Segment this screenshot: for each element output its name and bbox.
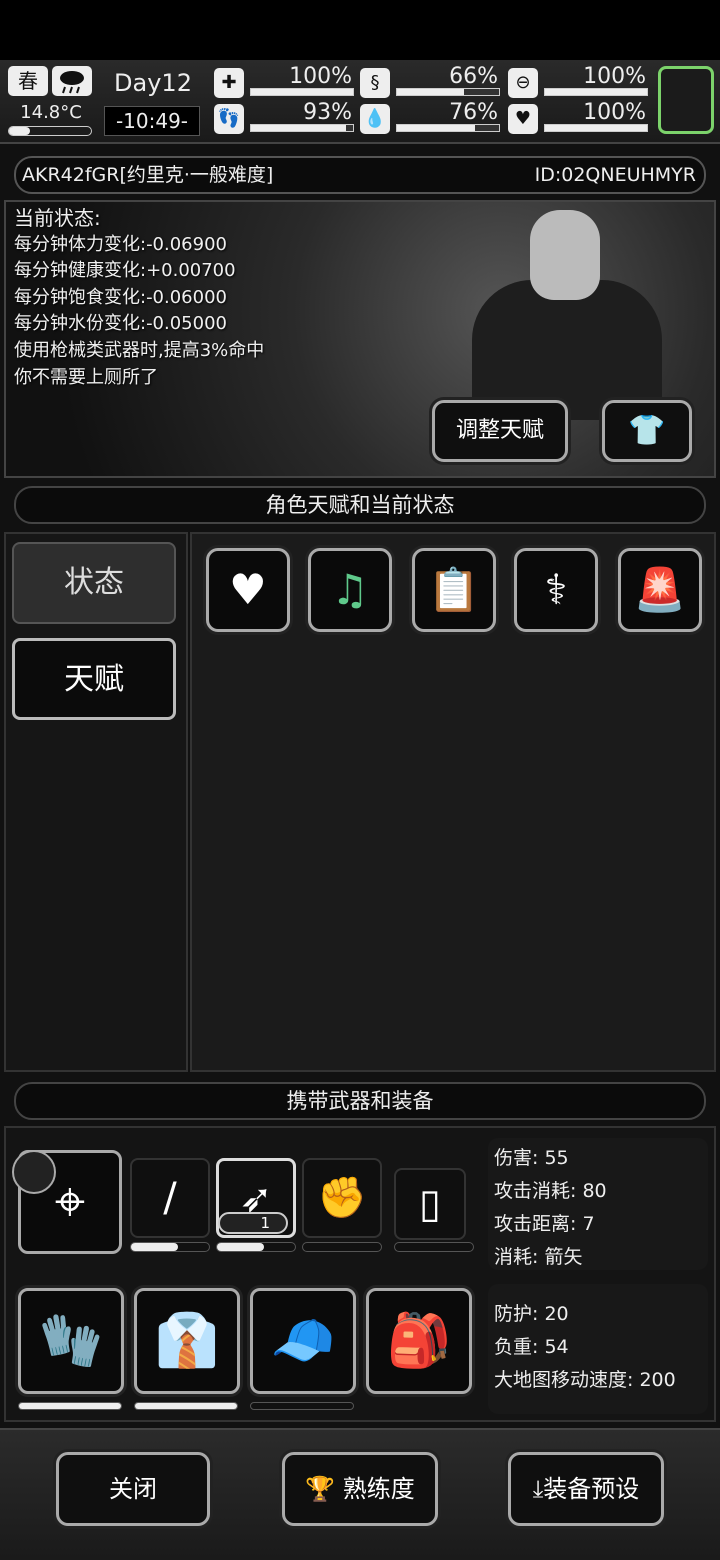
stat-value: 100%: [289, 64, 352, 89]
load-stat: 负重: 54: [494, 1336, 569, 1358]
tab-talent[interactable]: 天赋: [12, 638, 176, 720]
proficiency-button[interactable]: 🏆 熟练度: [282, 1452, 438, 1526]
gear-durability-bar: [134, 1402, 238, 1410]
baton-weapon-slot[interactable]: /: [130, 1158, 210, 1238]
status-heading: 当前状态:: [14, 206, 101, 230]
adjust-talent-button[interactable]: 调整天赋: [432, 400, 568, 462]
game-clock: -10:49-: [104, 106, 200, 136]
character-face: [530, 210, 600, 300]
proficiency-label: 熟练度: [342, 1475, 415, 1503]
weapon-stats-panel: 伤害: 55 攻击消耗: 80 攻击距离: 7 消耗: 箭矢: [488, 1138, 708, 1270]
stomach-icon: §: [360, 68, 390, 98]
equipment-preset-button[interactable]: ⤓装备预设: [508, 1452, 664, 1526]
stat-value: 100%: [583, 64, 646, 89]
mood-music-heart-icon[interactable]: ♫: [308, 548, 392, 632]
status-line: 每分钟水份变化:-0.05000: [14, 313, 227, 335]
section-header-talents-status: 角色天赋和当前状态: [14, 486, 706, 524]
character-body: [472, 280, 662, 420]
stat-bar: [396, 88, 500, 96]
foot-icon: 👣: [214, 104, 244, 134]
attack-mode-icon[interactable]: [12, 1150, 56, 1194]
weapon-durability-bar: [302, 1242, 382, 1252]
attack-range-stat: 攻击距离: 7: [494, 1213, 595, 1235]
rain-cloud-icon: [52, 66, 92, 96]
stat-value: 93%: [303, 100, 352, 125]
medical-checklist-icon[interactable]: 📋: [412, 548, 496, 632]
backpack-gear-slot[interactable]: 🎒: [366, 1288, 472, 1394]
gear-durability-bar: [250, 1402, 354, 1410]
fist-weapon-slot[interactable]: ✊: [302, 1158, 382, 1238]
status-line: 每分钟体力变化:-0.06900: [14, 233, 227, 255]
gloves-gear-slot[interactable]: 🧤: [18, 1288, 124, 1394]
character-name: AKR42fGR[约里克·一般难度]: [22, 164, 274, 186]
quick-slot[interactable]: [658, 66, 714, 134]
stat-value: 66%: [449, 64, 498, 89]
medkit-icon: ✚: [214, 68, 244, 98]
toilet-icon: ⊖: [508, 68, 538, 98]
riot-shield-slot[interactable]: ▯: [394, 1168, 466, 1240]
alarm-siren-icon[interactable]: 🚨: [618, 548, 702, 632]
weapon-durability-bar: [216, 1242, 296, 1252]
day-counter: Day12: [114, 69, 192, 97]
tab-status[interactable]: 状态: [12, 542, 176, 624]
status-line: 每分钟健康变化:+0.00700: [14, 260, 236, 282]
status-line: 每分钟饱食变化:-0.06000: [14, 286, 227, 308]
close-button[interactable]: 关闭: [56, 1452, 210, 1526]
weapon-durability-bar: [130, 1242, 210, 1252]
system-status-bar: [0, 0, 720, 60]
gear-durability-bar: [18, 1402, 122, 1410]
gear-stats-panel: 防护: 20 负重: 54 大地图移动速度: 200: [488, 1284, 708, 1414]
stat-value: 76%: [449, 100, 498, 125]
health-heart-icon[interactable]: ♥: [206, 548, 290, 632]
preset-download-icon: ⤓: [532, 1475, 544, 1503]
stat-value: 100%: [583, 100, 646, 125]
map-speed-stat: 大地图移动速度: 200: [494, 1369, 676, 1391]
clothing-gear-slot[interactable]: 👔: [134, 1288, 240, 1394]
temperature-bar: [8, 126, 92, 136]
damage-stat: 伤害: 55: [494, 1147, 569, 1169]
season-badge: 春: [8, 66, 48, 96]
attack-cost-stat: 攻击消耗: 80: [494, 1180, 607, 1202]
ammo-count: 1: [218, 1212, 288, 1234]
character-id: ID:02QNEUHMYR: [534, 164, 696, 186]
ammo-type-stat: 消耗: 箭矢: [494, 1246, 583, 1268]
weapon-durability-bar: [394, 1242, 474, 1252]
stat-bar: [250, 88, 354, 96]
status-line: 使用枪械类武器时,提高3%命中: [14, 339, 265, 361]
defense-stat: 防护: 20: [494, 1303, 569, 1325]
water-drop-icon: 💧: [360, 104, 390, 134]
hat-gear-slot[interactable]: 🧢: [250, 1288, 356, 1394]
stat-bar: [544, 124, 648, 132]
stomach-icon[interactable]: ⚕: [514, 548, 598, 632]
heart-icon: ♥: [508, 104, 538, 134]
shirt-swap-icon: 👕: [628, 413, 666, 448]
stat-bar: [250, 124, 354, 132]
section-header-weapons-gear: 携带武器和装备: [14, 1082, 706, 1120]
change-outfit-button[interactable]: 👕: [602, 400, 692, 462]
temperature-readout: 14.8°C: [20, 102, 82, 123]
stat-bar: [544, 88, 648, 96]
character-name-bar: AKR42fGR[约里克·一般难度] ID:02QNEUHMYR: [14, 156, 706, 194]
trophy-icon: 🏆: [305, 1475, 336, 1503]
stat-bar: [396, 124, 500, 132]
equipment-preset-label: 装备预设: [543, 1475, 640, 1503]
status-line: 你不需要上厕所了: [14, 366, 158, 388]
current-status-text: 当前状态: 每分钟体力变化:-0.06900 每分钟健康变化:+0.00700 …: [14, 205, 434, 391]
